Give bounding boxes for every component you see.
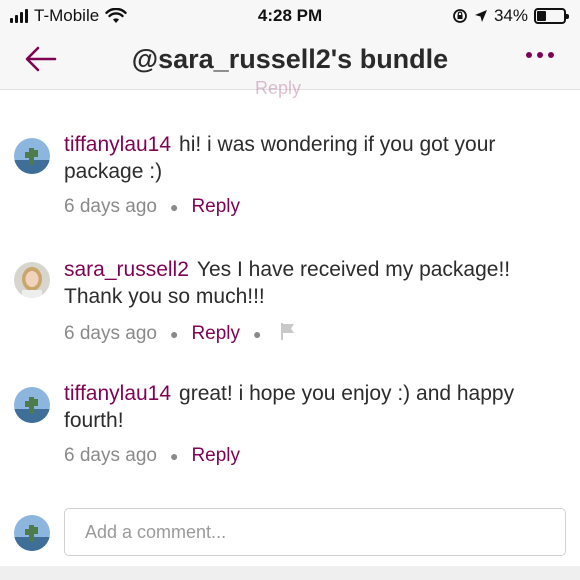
comment-meta: 6 days ago ● Reply (64, 445, 240, 467)
reply-link[interactable]: Reply (191, 196, 240, 218)
avatar[interactable] (14, 262, 50, 298)
battery-fill (537, 11, 546, 21)
status-bar: T-Mobile 4:28 PM 34% (0, 0, 580, 34)
location-arrow-icon (474, 10, 487, 22)
bottom-bar (0, 566, 580, 580)
more-options-button[interactable] (526, 52, 554, 58)
flag-icon (281, 323, 295, 340)
separator-dot: ● (169, 448, 179, 464)
rotation-lock-icon (453, 9, 467, 23)
comment-body: tiffanylau14 great! i hope you enjoy :) a… (64, 380, 569, 434)
previous-reply-link[interactable]: Reply (255, 78, 301, 99)
separator-dot: ● (253, 326, 262, 342)
page-title: @sara_russell2's bundle (131, 44, 449, 74)
comment-body: tiffanylau14 hi! i was wondering if you g… (64, 131, 569, 185)
avatar[interactable] (14, 387, 50, 423)
comment-username[interactable]: tiffanylau14 (64, 382, 171, 405)
battery-icon (534, 8, 569, 24)
status-right: 34% (452, 6, 569, 26)
comment-time: 6 days ago (64, 196, 157, 217)
comment-body: sara_russell2 Yes I have received my pack… (64, 256, 569, 310)
reply-link[interactable]: Reply (191, 445, 240, 467)
more-dots-icon (526, 52, 532, 58)
comment-input[interactable] (64, 508, 566, 556)
comment-time: 6 days ago (64, 445, 157, 466)
battery-percent: 34% (493, 6, 528, 25)
comment-username[interactable]: sara_russell2 (64, 258, 189, 281)
avatar[interactable] (14, 138, 50, 174)
comment-time: 6 days ago (64, 323, 157, 344)
separator-dot: ● (169, 326, 179, 342)
reply-link[interactable]: Reply (191, 323, 240, 345)
comment-username[interactable]: tiffanylau14 (64, 133, 171, 156)
separator-dot: ● (169, 199, 179, 215)
comment-meta: 6 days ago ● Reply (64, 196, 240, 218)
comment-meta: 6 days ago ● Reply ● (64, 321, 298, 347)
report-flag-button[interactable] (278, 321, 298, 347)
avatar (14, 515, 50, 551)
